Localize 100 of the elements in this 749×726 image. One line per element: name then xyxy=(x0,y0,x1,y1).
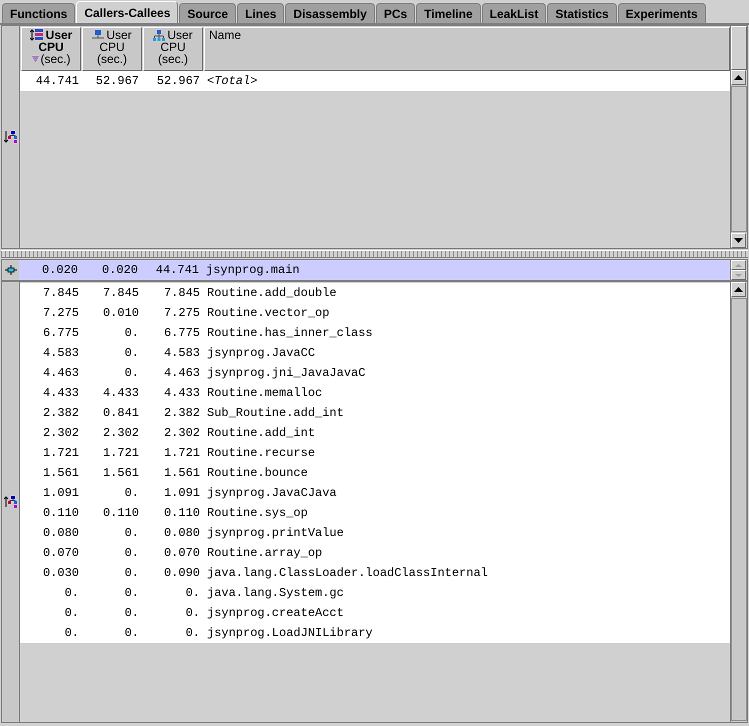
tab[interactable]: Lines xyxy=(237,3,284,23)
up-arrow-icon xyxy=(734,287,743,292)
metric-value: 2.302 xyxy=(162,426,201,440)
metric-value: 0.070 xyxy=(42,546,80,560)
metric-value: 6.775 xyxy=(42,326,80,340)
function-name: Routine.sys_op xyxy=(206,506,308,520)
tab[interactable]: Experiments xyxy=(618,3,706,23)
monitor-icon xyxy=(92,30,104,40)
metric-value: 0.841 xyxy=(102,406,140,420)
metric-value: 0. xyxy=(124,566,140,580)
function-name: Routine.recurse xyxy=(206,446,316,460)
metric-value: 7.845 xyxy=(162,286,201,300)
callers-icon xyxy=(4,131,18,143)
tab[interactable]: Timeline xyxy=(416,3,481,23)
function-name: jsynprog.printValue xyxy=(206,526,344,540)
up-arrow-icon xyxy=(734,75,743,80)
scroll-down-button[interactable] xyxy=(731,233,746,248)
metric-value: 4.463 xyxy=(162,366,201,380)
metric-value: 0. xyxy=(124,326,140,340)
metric-value: 0.010 xyxy=(102,306,140,320)
metric-value: 0. xyxy=(184,606,201,620)
metric-value: 0.110 xyxy=(42,506,80,520)
metric-value: 2.382 xyxy=(162,406,201,420)
down-arrow-icon xyxy=(734,238,743,243)
function-name: jsynprog.LoadJNILibrary xyxy=(206,626,373,640)
up-arrow-icon xyxy=(735,264,742,266)
metric-value: 4.463 xyxy=(42,366,80,380)
column-header[interactable]: User CPU (sec.) xyxy=(21,27,81,71)
metric-value: 2.302 xyxy=(42,426,80,440)
sort-column-icon xyxy=(30,29,44,41)
metric-value: 0.080 xyxy=(42,526,80,540)
metric-value: 1.561 xyxy=(42,466,80,480)
column-header[interactable]: User CPU (sec.) xyxy=(143,27,203,71)
metric-value: 2.302 xyxy=(102,426,140,440)
metric-value: 4.433 xyxy=(42,386,80,400)
metric-value: 1.721 xyxy=(162,446,201,460)
metric-value: 7.275 xyxy=(162,306,201,320)
metric-value: 0.020 xyxy=(100,263,139,277)
metric-value: 0. xyxy=(184,586,201,600)
function-name: jsynprog.JavaCJava xyxy=(206,486,337,500)
function-name: jsynprog.main xyxy=(205,263,300,277)
metric-value: 52.967 xyxy=(156,74,201,88)
function-name: Routine.memalloc xyxy=(206,386,322,400)
scroll-up-button[interactable] xyxy=(731,70,746,85)
metric-value: 1.091 xyxy=(162,486,201,500)
metric-value: 6.775 xyxy=(162,326,201,340)
metric-value: 0. xyxy=(124,486,140,500)
metric-value: 1.721 xyxy=(102,446,140,460)
metric-value: 0. xyxy=(64,606,80,620)
metric-value: 0. xyxy=(124,606,140,620)
metric-value: 0. xyxy=(124,626,140,640)
function-name: Routine.add_double xyxy=(206,286,337,300)
tab[interactable]: LeakList xyxy=(482,3,546,23)
metric-value: 0. xyxy=(124,546,140,560)
function-name: java.lang.System.gc xyxy=(206,586,344,600)
column-header[interactable]: Name xyxy=(204,27,730,71)
metric-value: 4.583 xyxy=(162,346,201,360)
tab[interactable]: Callers-Callees xyxy=(76,1,178,23)
metric-value: 0. xyxy=(64,626,80,640)
metric-value: 4.433 xyxy=(102,386,140,400)
function-name: jsynprog.createAcct xyxy=(206,606,344,620)
tab[interactable]: PCs xyxy=(376,3,416,23)
sort-descending-icon xyxy=(32,56,38,62)
splitter-handle[interactable] xyxy=(1,250,748,258)
tab[interactable]: Disassembly xyxy=(285,3,375,23)
metric-value: 7.275 xyxy=(42,306,80,320)
metric-value: 4.583 xyxy=(42,346,80,360)
function-name: java.lang.ClassLoader.loadClassInternal xyxy=(206,566,488,580)
metric-value: 0. xyxy=(124,366,140,380)
metric-value: 0.110 xyxy=(102,506,140,520)
function-name: Routine.bounce xyxy=(206,466,308,480)
function-name: Sub_Routine.add_int xyxy=(206,406,344,420)
metric-value: 0.020 xyxy=(40,263,79,277)
function-name: Routine.array_op xyxy=(206,546,322,560)
metric-value: 0. xyxy=(124,586,140,600)
metric-value: 0. xyxy=(124,346,140,360)
tab[interactable]: Statistics xyxy=(547,3,617,23)
metric-value: 44.741 xyxy=(154,263,200,277)
metric-value: 0.110 xyxy=(162,506,201,520)
metric-value: 7.845 xyxy=(42,286,80,300)
function-name: <Total> xyxy=(206,74,258,88)
column-header[interactable]: User CPU (sec.) xyxy=(82,27,142,71)
metric-value: 0. xyxy=(64,586,80,600)
down-arrow-icon xyxy=(735,274,742,276)
tab[interactable]: Source xyxy=(179,3,236,23)
metric-value: 0.090 xyxy=(162,566,201,580)
metric-value: 1.091 xyxy=(42,486,80,500)
function-name: Routine.vector_op xyxy=(206,306,330,320)
function-name: Routine.has_inner_class xyxy=(206,326,373,340)
metric-value: 1.561 xyxy=(162,466,201,480)
metric-value: 0.030 xyxy=(42,566,80,580)
metric-value: 1.561 xyxy=(102,466,140,480)
scroll-up-button[interactable] xyxy=(731,282,746,297)
hierarchy-icon xyxy=(153,30,166,40)
tab[interactable]: Functions xyxy=(2,3,76,23)
function-name: jsynprog.JavaCC xyxy=(206,346,316,360)
metric-value: 0.080 xyxy=(162,526,201,540)
center-function-icon xyxy=(4,265,16,275)
metric-value: 0.070 xyxy=(162,546,201,560)
metric-value: 44.741 xyxy=(34,74,80,88)
